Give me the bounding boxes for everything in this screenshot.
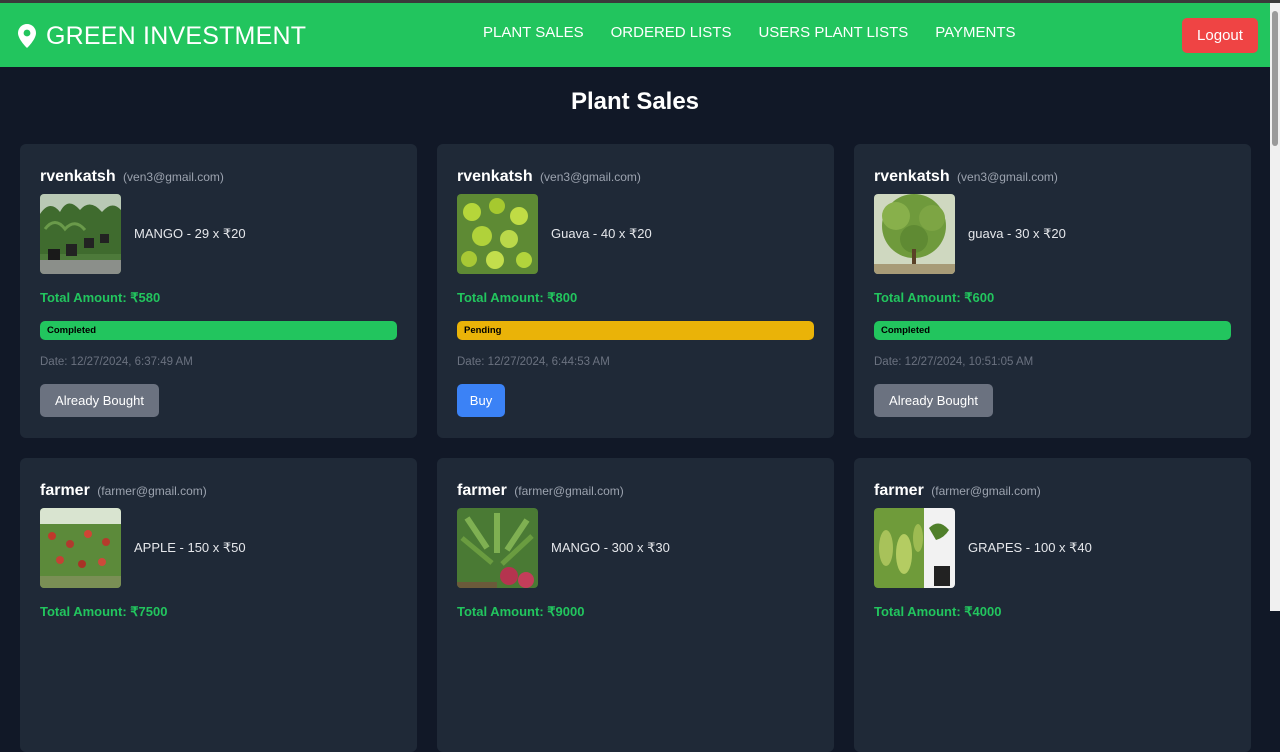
status-badge: Completed (40, 321, 397, 340)
total-amount: Total Amount: ₹4000 (874, 604, 1002, 619)
total-amount: Total Amount: ₹800 (457, 290, 578, 305)
sale-card: farmer (farmer@gmail.com) APPLE - 150 x … (20, 458, 417, 752)
seller-name: farmer (457, 482, 507, 499)
total-amount: Total Amount: ₹7500 (40, 604, 168, 619)
product-row: GRAPES - 100 x ₹40 (874, 508, 1092, 588)
seller-info: farmer (farmer@gmail.com) (40, 482, 207, 500)
product-row: MANGO - 300 x ₹30 (457, 508, 670, 588)
sale-card: rvenkatsh (ven3@gmail.com) guava - 30 x … (854, 144, 1251, 438)
brand-title: GREEN INVESTMENT (46, 21, 307, 50)
already-bought-button[interactable]: Already Bought (874, 384, 993, 417)
sale-date: Date: 12/27/2024, 10:51:05 AM (874, 356, 1034, 368)
product-details: MANGO - 300 x ₹30 (551, 540, 670, 555)
sale-date: Date: 12/27/2024, 6:44:53 AM (457, 356, 610, 368)
seller-info: farmer (farmer@gmail.com) (457, 482, 624, 500)
brand[interactable]: GREEN INVESTMENT (18, 20, 306, 52)
apple-orchard-image (40, 508, 121, 588)
logout-button[interactable]: Logout (1182, 18, 1258, 53)
nav-users-plant-lists[interactable]: USERS PLANT LISTS (758, 24, 908, 41)
navbar: GREEN INVESTMENT PLANT SALES ORDERED LIS… (0, 3, 1270, 67)
nav-links: PLANT SALES ORDERED LISTS USERS PLANT LI… (483, 24, 1043, 41)
mango-plants-image (40, 194, 121, 274)
grape-vines-image (874, 508, 955, 588)
seller-email: (ven3@gmail.com) (123, 170, 224, 184)
seller-email: (ven3@gmail.com) (957, 170, 1058, 184)
product-details: guava - 30 x ₹20 (968, 226, 1066, 241)
nav-payments[interactable]: PAYMENTS (935, 24, 1015, 41)
page-scrollbar[interactable] (1270, 3, 1280, 611)
seller-email: (farmer@gmail.com) (97, 484, 207, 498)
product-row: guava - 30 x ₹20 (874, 194, 1066, 274)
mango-plant-image (457, 508, 538, 588)
sale-card: rvenkatsh (ven3@gmail.com) Guava - 40 x … (437, 144, 834, 438)
seller-name: rvenkatsh (457, 168, 533, 185)
sale-card: farmer (farmer@gmail.com) MANGO - 300 x … (437, 458, 834, 752)
sale-card: rvenkatsh (ven3@gmail.com) MANGO - 29 x … (20, 144, 417, 438)
product-row: APPLE - 150 x ₹50 (40, 508, 246, 588)
scrollbar-thumb[interactable] (1272, 11, 1278, 146)
guava-tree-image (874, 194, 955, 274)
buy-button[interactable]: Buy (457, 384, 505, 417)
seller-name: rvenkatsh (40, 168, 116, 185)
seller-info: farmer (farmer@gmail.com) (874, 482, 1041, 500)
seller-name: farmer (40, 482, 90, 499)
already-bought-button[interactable]: Already Bought (40, 384, 159, 417)
seller-email: (ven3@gmail.com) (540, 170, 641, 184)
product-details: GRAPES - 100 x ₹40 (968, 540, 1092, 555)
sale-card: farmer (farmer@gmail.com) GRAPES - 100 x… (854, 458, 1251, 752)
seller-name: rvenkatsh (874, 168, 950, 185)
guava-fruits-image (457, 194, 538, 274)
map-pin-icon (18, 24, 36, 48)
status-badge: Completed (874, 321, 1231, 340)
seller-info: rvenkatsh (ven3@gmail.com) (40, 168, 224, 186)
nav-ordered-lists[interactable]: ORDERED LISTS (611, 24, 732, 41)
total-amount: Total Amount: ₹9000 (457, 604, 585, 619)
page-title: Plant Sales (570, 88, 700, 115)
seller-info: rvenkatsh (ven3@gmail.com) (457, 168, 641, 186)
seller-name: farmer (874, 482, 924, 499)
sale-date: Date: 12/27/2024, 6:37:49 AM (40, 356, 193, 368)
seller-email: (farmer@gmail.com) (931, 484, 1041, 498)
product-details: Guava - 40 x ₹20 (551, 226, 652, 241)
seller-email: (farmer@gmail.com) (514, 484, 624, 498)
sales-grid: rvenkatsh (ven3@gmail.com) MANGO - 29 x … (20, 144, 1251, 752)
nav-plant-sales[interactable]: PLANT SALES (483, 24, 584, 41)
total-amount: Total Amount: ₹580 (40, 290, 161, 305)
product-details: APPLE - 150 x ₹50 (134, 540, 246, 555)
total-amount: Total Amount: ₹600 (874, 290, 995, 305)
product-row: Guava - 40 x ₹20 (457, 194, 652, 274)
status-badge: Pending (457, 321, 814, 340)
product-row: MANGO - 29 x ₹20 (40, 194, 246, 274)
product-details: MANGO - 29 x ₹20 (134, 226, 246, 241)
seller-info: rvenkatsh (ven3@gmail.com) (874, 168, 1058, 186)
